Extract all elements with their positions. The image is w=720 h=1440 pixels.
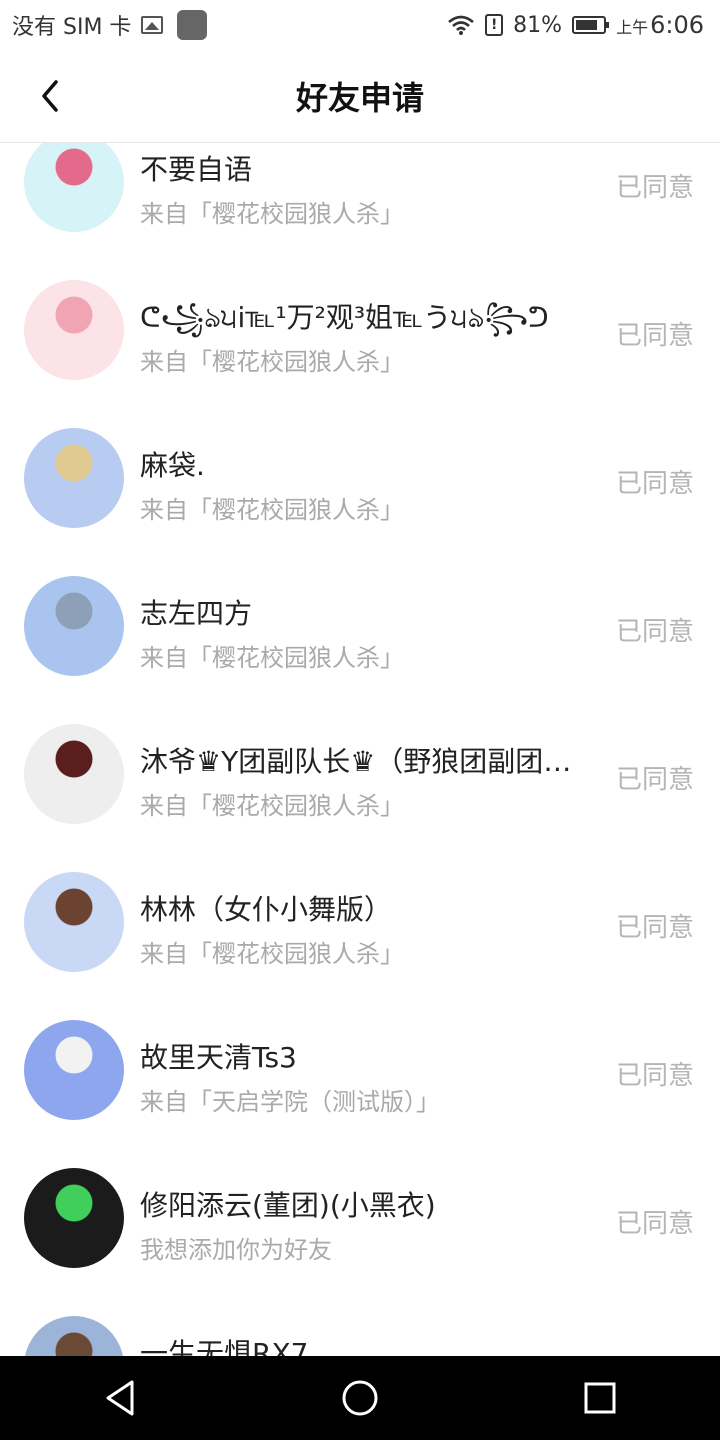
request-source: 我想添加你为好友 [140, 1236, 332, 1264]
avatar[interactable] [24, 724, 124, 824]
avatar[interactable] [24, 872, 124, 972]
request-source: 来自「天启学院（测试版）」 [140, 1088, 440, 1116]
request-status-label: 已同意 [615, 1209, 694, 1239]
request-status-label: 已同意 [615, 765, 694, 795]
requester-name: 修阳添云(董团)(小黑衣) [140, 1189, 436, 1222]
avatar[interactable] [24, 428, 124, 528]
friend-request-row[interactable]: 故里天清Ts3 来自「天启学院（测试版）」 已同意 [0, 996, 720, 1144]
clock-time: 6:06 [650, 11, 704, 39]
battery-icon [572, 16, 610, 34]
back-button[interactable] [30, 76, 70, 116]
requester-name: 不要自语 [140, 153, 253, 186]
friend-request-row[interactable]: 麻袋. 来自「樱花校园狼人杀」 已同意 [0, 404, 720, 552]
page-title: 好友申请 [295, 79, 424, 117]
system-nav-bar [0, 1356, 720, 1440]
request-status-label: 已同意 [615, 617, 694, 647]
avatar[interactable] [24, 1316, 124, 1356]
request-status-label: 已同意 [615, 173, 694, 203]
friend-request-row[interactable]: ᕦ꧁ঌ੫ⅰ℡¹万²观³姐℡う੫ঌ꧂ᕤ 来自「樱花校园狼人杀」 已同意 [0, 256, 720, 404]
requester-name: 志左四方 [140, 597, 253, 630]
request-source: 来自「樱花校园狼人杀」 [140, 792, 404, 820]
header: 好友申请 [0, 50, 720, 143]
friend-request-row[interactable]: 修阳添云(董团)(小黑衣) 我想添加你为好友 已同意 [0, 1144, 720, 1292]
triangle-back-icon [106, 1380, 134, 1416]
image-notification-icon [141, 16, 164, 34]
request-status-label: 已同意 [615, 321, 694, 351]
friend-request-list[interactable]: 不要自语 来自「樱花校园狼人杀」 已同意 ᕦ꧁ঌ੫ⅰ℡¹万²观³姐℡う੫ঌ꧂ᕤ 来自「樱… [0, 143, 720, 1356]
nav-back-button[interactable] [90, 1368, 150, 1428]
friend-request-row[interactable]: 林林（女仆小舞版） 来自「樱花校园狼人杀」 已同意 [0, 848, 720, 996]
request-source: 来自「樱花校园狼人杀」 [140, 940, 404, 968]
friend-request-row[interactable]: 沐爷♛Y团副队长♛（野狼团副团长） 来自「樱花校园狼人杀」 已同意 [0, 700, 720, 848]
requester-name: 麻袋. [140, 449, 205, 482]
status-right: ! 81% 上午 6:06 [437, 11, 720, 39]
requester-name: 故里天清Ts3 [140, 1041, 297, 1074]
carrier-label: 没有 SIM 卡 [12, 15, 132, 40]
battery-percent: 81% [513, 12, 563, 38]
friend-request-row[interactable]: 不要自语来自「樱花校园狼人杀」 已同意 [0, 143, 720, 256]
nav-recents-button[interactable] [570, 1368, 630, 1428]
square-recents-icon [584, 1382, 616, 1414]
request-source: 来自「樱花校园狼人杀」 [140, 644, 404, 672]
nav-home-button[interactable] [330, 1368, 390, 1428]
status-bar: 没有 SIM 卡 ! 81% 上午 6:06 [0, 0, 720, 50]
friend-request-row[interactable]: 一生无惧RX7已同意 [0, 1292, 720, 1356]
screen: 没有 SIM 卡 ! 81% 上午 6:06 好友申请 不要自语 来自「樱花校园… [0, 0, 720, 1440]
requester-name: 林林（女仆小舞版） [140, 893, 393, 926]
avatar[interactable] [24, 576, 124, 676]
status-left: 没有 SIM 卡 [0, 9, 208, 41]
chevron-left-icon [42, 80, 58, 112]
avatar[interactable] [24, 1168, 124, 1268]
request-source: 来自「樱花校园狼人杀」 [140, 200, 404, 228]
battery-alert-icon: ! [485, 14, 504, 36]
request-status-label: 已同意 [615, 469, 694, 499]
wifi-icon [448, 15, 475, 35]
requester-name: 沐爷♛Y团副队长♛（野狼团副团长） [140, 745, 592, 778]
avatar[interactable] [24, 280, 124, 380]
request-status-label: 已同意 [615, 913, 694, 943]
clock-ampm: 上午 [616, 18, 649, 37]
battery-fill [576, 20, 598, 30]
circle-home-icon [342, 1380, 378, 1416]
requester-name: 一生无惧RX7 [140, 1337, 309, 1356]
avatar[interactable] [24, 143, 124, 232]
friend-request-row[interactable]: 志左四方来自「樱花校园狼人杀」 已同意 [0, 552, 720, 700]
request-status-label: 已同意 [615, 1061, 694, 1091]
clock: 上午 6:06 [616, 11, 704, 39]
request-source: 来自「樱花校园狼人杀」 [140, 348, 404, 376]
app-notification-icon [177, 10, 208, 40]
avatar[interactable] [24, 1020, 124, 1120]
request-source: 来自「樱花校园狼人杀」 [140, 496, 404, 524]
